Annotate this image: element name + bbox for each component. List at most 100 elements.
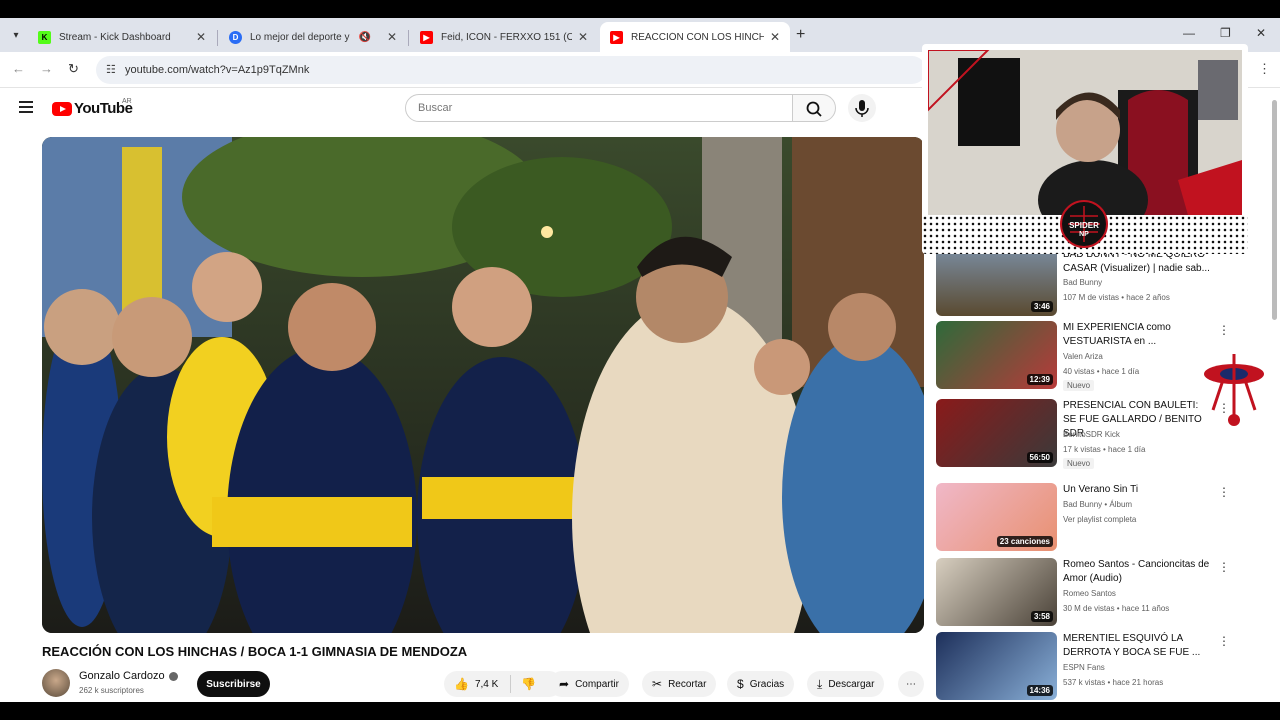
microphone-icon xyxy=(855,100,869,117)
search-placeholder: Buscar xyxy=(418,102,453,114)
channel-name[interactable]: Gonzalo Cardozo xyxy=(79,670,165,682)
playlist-count-badge: 23 canciones xyxy=(996,536,1053,547)
webcam-image xyxy=(928,50,1242,215)
like-count[interactable]: 7,4 K xyxy=(475,679,498,690)
video-title: REACCIÓN CON LOS HINCHAS / BOCA 1-1 GIMN… xyxy=(42,644,468,659)
minimize-icon[interactable]: — xyxy=(1183,26,1195,40)
restore-icon[interactable]: ❐ xyxy=(1220,26,1231,40)
more-options-icon[interactable]: ⋮ xyxy=(1218,560,1230,574)
tab-separator xyxy=(408,30,409,46)
download-button[interactable]: ⤓ Descargar xyxy=(807,671,885,697)
list-item[interactable]: 14:36 MERENTIEL ESQUIVÓ LA DERROTA Y BOC… xyxy=(936,632,1236,704)
more-options-icon[interactable]: ⋮ xyxy=(1218,634,1230,648)
forward-icon[interactable]: → xyxy=(40,61,53,76)
playlist-title[interactable]: Un Verano Sin Ti xyxy=(1063,483,1213,497)
share-icon: ➦ xyxy=(559,677,570,691)
video-player[interactable] xyxy=(42,137,924,633)
channel-name-row[interactable]: Gonzalo Cardozo xyxy=(79,670,178,682)
more-options-icon[interactable]: ⋮ xyxy=(1218,323,1230,337)
youtube-icon: ▶ xyxy=(420,30,433,44)
thanks-label: Gracias xyxy=(749,678,785,690)
subscribe-button[interactable]: Suscribirse xyxy=(197,671,270,697)
tab-kick[interactable]: K Stream - Kick Dashboard ✕ xyxy=(28,22,216,52)
search-input[interactable]: Buscar xyxy=(405,94,793,122)
youtube-logo[interactable]: YouTube xyxy=(52,100,133,117)
browser-menu-icon[interactable]: ⋮ xyxy=(1258,61,1271,77)
view-playlist-link[interactable]: Ver playlist completa xyxy=(1063,515,1136,524)
site-info-icon[interactable]: ☷ xyxy=(106,63,116,76)
thanks-button[interactable]: $ Gracias xyxy=(727,671,795,697)
close-icon[interactable]: ✕ xyxy=(578,30,588,44)
bottom-letterbox xyxy=(0,702,1280,720)
close-icon[interactable]: ✕ xyxy=(387,30,397,44)
share-button[interactable]: ➦ Compartir xyxy=(549,671,629,697)
url-field[interactable]: ☷ youtube.com/watch?v=Az1p9TqZMnk xyxy=(96,56,926,84)
channel-name[interactable]: BenitoSDR Kick xyxy=(1063,430,1120,439)
list-item[interactable]: 3:58 Romeo Santos - Cancioncitas de Amor… xyxy=(936,558,1236,630)
screen: ▾ K Stream - Kick Dashboard ✕ D Lo mejor… xyxy=(0,0,1280,720)
video-meta: 30 M de vistas • hace 11 años xyxy=(1063,604,1170,613)
duration-badge: 56:50 xyxy=(1026,452,1053,463)
thumbnail[interactable]: 14:36 xyxy=(936,632,1057,700)
tab-search-menu-icon[interactable]: ▾ xyxy=(6,26,26,46)
list-item[interactable]: 3:46 BAD BUNNY - NO ME QUIERO CASAR (Vis… xyxy=(936,248,1236,320)
scissors-icon: ✂ xyxy=(652,677,663,691)
search-button[interactable] xyxy=(792,94,836,122)
voice-search-button[interactable] xyxy=(848,94,876,122)
clip-button[interactable]: ✂ Recortar xyxy=(642,671,717,697)
back-icon[interactable]: ← xyxy=(12,61,25,76)
download-icon: ⤓ xyxy=(817,676,823,691)
tab-reaccion[interactable]: ▶ REACCIÓN CON LOS HINCHAS ✕ xyxy=(600,22,790,52)
scrollbar[interactable] xyxy=(1272,100,1277,320)
new-badge: Nuevo xyxy=(1063,380,1095,391)
svg-text:SPIDER: SPIDER xyxy=(1069,221,1099,230)
new-tab-button[interactable]: + xyxy=(796,26,805,44)
video-title[interactable]: Romeo Santos - Cancioncitas de Amor (Aud… xyxy=(1063,558,1213,586)
thumbnail[interactable]: 23 canciones xyxy=(936,483,1057,551)
list-item[interactable]: 23 canciones Un Verano Sin Ti Bad Bunny … xyxy=(936,483,1236,555)
tab-title: Lo mejor del deporte y el e xyxy=(250,31,352,43)
dsports-icon: D xyxy=(229,30,242,44)
tab-title: Feid, ICON - FERXXO 151 (Offic xyxy=(441,31,572,43)
tab-separator xyxy=(217,30,218,46)
more-actions-button[interactable]: ⋯ xyxy=(898,671,924,697)
muted-speaker-icon[interactable]: 🔇 xyxy=(358,32,370,43)
thumbnail[interactable]: 56:50 xyxy=(936,399,1057,467)
clip-label: Recortar xyxy=(668,678,707,690)
close-icon[interactable]: ✕ xyxy=(770,30,780,44)
spider-logo-image: SPIDER NP xyxy=(1064,204,1104,244)
verified-icon xyxy=(168,671,178,681)
like-icon[interactable]: 👍 xyxy=(454,677,469,691)
more-options-icon[interactable]: ⋮ xyxy=(1218,485,1230,499)
duration-badge: 12:39 xyxy=(1026,374,1053,385)
reload-icon[interactable]: ↻ xyxy=(68,61,79,77)
tab-dsports[interactable]: D Lo mejor del deporte y el e 🔇 ✕ xyxy=(219,22,407,52)
menu-icon[interactable] xyxy=(19,101,33,113)
tab-title: Stream - Kick Dashboard xyxy=(59,31,171,43)
tab-feid[interactable]: ▶ Feid, ICON - FERXXO 151 (Offic ✕ xyxy=(410,22,598,52)
divider xyxy=(510,675,512,693)
tab-title: REACCIÓN CON LOS HINCHAS xyxy=(631,31,764,43)
channel-name[interactable]: Bad Bunny • Álbum xyxy=(1063,500,1132,509)
close-icon[interactable]: ✕ xyxy=(196,30,206,44)
top-letterbox xyxy=(0,0,1280,18)
region-code: AR xyxy=(122,98,132,105)
channel-name[interactable]: ESPN Fans xyxy=(1063,663,1105,672)
channel-name[interactable]: Bad Bunny xyxy=(1063,278,1102,287)
thumbnail[interactable]: 3:58 xyxy=(936,558,1057,626)
list-item[interactable]: 56:50 PRESENCIAL CON BAULETI: SE FUE GAL… xyxy=(936,399,1236,471)
search-icon xyxy=(806,101,822,117)
video-title[interactable]: MI EXPERIENCIA como VESTUARISTA en ... xyxy=(1063,321,1213,349)
thumbnail[interactable]: 3:46 xyxy=(936,248,1057,316)
thumbnail[interactable]: 12:39 xyxy=(936,321,1057,389)
avatar[interactable] xyxy=(42,669,70,697)
channel-name[interactable]: Valen Ariza xyxy=(1063,352,1103,361)
duration-badge: 3:46 xyxy=(1030,301,1053,312)
list-item[interactable]: 12:39 MI EXPERIENCIA como VESTUARISTA en… xyxy=(936,321,1236,393)
video-title[interactable]: MERENTIEL ESQUIVÓ LA DERROTA Y BOCA SE F… xyxy=(1063,632,1213,660)
share-label: Compartir xyxy=(575,678,619,690)
close-window-icon[interactable]: ✕ xyxy=(1256,26,1266,40)
channel-name[interactable]: Romeo Santos xyxy=(1063,589,1116,598)
spider-np-logo: SPIDER NP xyxy=(1060,200,1108,248)
dislike-icon[interactable]: 👎 xyxy=(521,677,536,691)
